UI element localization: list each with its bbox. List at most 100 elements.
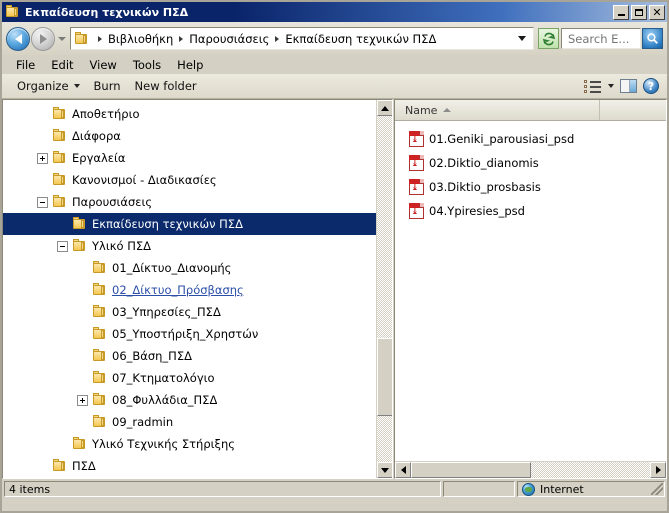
tree-item-label: 07_Κτηματολόγιο xyxy=(112,371,215,385)
tree-item[interactable]: 02_Δίκτυο_Πρόσβασης xyxy=(3,279,376,301)
command-bar: Organize Burn New folder ? xyxy=(2,74,667,99)
menu-edit[interactable]: Edit xyxy=(43,57,81,73)
tree-scroll-track[interactable] xyxy=(377,116,392,462)
tree-item[interactable]: 01_Δίκτυο_Διανομής xyxy=(3,257,376,279)
tree-item-label: 02_Δίκτυο_Πρόσβασης xyxy=(112,283,244,297)
tree-vertical-scrollbar[interactable] xyxy=(376,100,392,478)
file-scroll-thumb[interactable] xyxy=(411,462,531,478)
tree-item-label: 09_radmin xyxy=(112,415,174,429)
preview-pane-icon[interactable] xyxy=(620,79,637,93)
tree-item[interactable]: 06_Βάση_ΠΣΔ xyxy=(3,345,376,367)
history-dropdown-icon[interactable] xyxy=(55,27,68,51)
tree-item[interactable]: Υλικό ΠΣΔ xyxy=(3,235,376,257)
maximize-button[interactable] xyxy=(631,4,647,20)
file-row[interactable]: ⤓ 03.Diktio_prosbasis xyxy=(395,175,666,199)
search-input[interactable] xyxy=(561,28,641,49)
tree-item[interactable]: Εκπαίδευση τεχνικών ΠΣΔ xyxy=(3,213,376,235)
breadcrumb-item-2[interactable]: Παρουσιάσεις xyxy=(188,32,270,46)
folder-icon xyxy=(92,349,108,363)
tree-item[interactable]: Παρουσιάσεις xyxy=(3,191,376,213)
sort-ascending-icon xyxy=(443,108,452,112)
tree-item-label: 05_Υποστήριξη_Χρηστών xyxy=(112,327,259,341)
close-button[interactable]: ✕ xyxy=(649,4,665,20)
status-zone-panel: Internet xyxy=(517,481,665,497)
tree-item-label: 08_Φυλλάδια_ΠΣΔ xyxy=(112,393,218,407)
expand-icon[interactable] xyxy=(77,394,88,406)
new-folder-button[interactable]: New folder xyxy=(128,77,204,95)
tree-item[interactable]: Εργαλεία xyxy=(3,147,376,169)
file-row[interactable]: ⤓ 02.Diktio_dianomis xyxy=(395,151,666,175)
column-header-name[interactable]: Name xyxy=(395,100,600,120)
breadcrumb-separator-icon xyxy=(275,35,280,42)
tree-item[interactable]: Τεχνική Στήριξη xyxy=(3,477,376,478)
tree-item-label: 03_Υπηρεσίες_ΠΣΔ xyxy=(112,305,221,319)
menu-view[interactable]: View xyxy=(82,57,125,73)
tree-item[interactable]: 03_Υπηρεσίες_ΠΣΔ xyxy=(3,301,376,323)
search-icon[interactable] xyxy=(642,28,663,49)
refresh-icon[interactable] xyxy=(538,28,559,49)
menu-file[interactable]: File xyxy=(8,57,43,73)
tree-item[interactable]: Κανονισμοί - Διαδικασίες xyxy=(3,169,376,191)
tree-item[interactable]: Υλικό Τεχνικής Στήριξης xyxy=(3,433,376,455)
breadcrumb[interactable]: Βιβλιοθήκη Παρουσιάσεις Εκπαίδευση τεχνι… xyxy=(70,27,534,50)
scroll-left-arrow-icon[interactable] xyxy=(395,462,411,478)
chevron-down-icon[interactable] xyxy=(518,36,526,41)
list-view-icon[interactable] xyxy=(584,79,602,93)
breadcrumb-separator-icon xyxy=(98,35,102,42)
scroll-right-arrow-icon[interactable] xyxy=(650,462,666,478)
breadcrumb-separator-icon xyxy=(179,35,184,42)
explorer-window: Εκπαίδευση τεχνικών ΠΣΔ ✕ Βιβλιοθήκη Παρ… xyxy=(0,0,669,513)
command-bar-right: ? xyxy=(584,78,661,94)
file-horizontal-scrollbar[interactable] xyxy=(395,461,666,478)
search-field[interactable] xyxy=(566,30,640,47)
organize-label: Organize xyxy=(17,79,69,93)
pdf-file-icon: ⤓ xyxy=(409,155,424,171)
back-arrow-icon[interactable] xyxy=(6,26,30,51)
tree-item-label: Υλικό Τεχνικής Στήριξης xyxy=(92,437,235,451)
menu-tools[interactable]: Tools xyxy=(125,57,169,73)
menu-bar: File Edit View Tools Help xyxy=(2,55,667,74)
tree-item[interactable]: 05_Υποστήριξη_Χρηστών xyxy=(3,323,376,345)
content-area: Αποθετήριο Διάφορα Εργαλεία Κανονισμοί - Δι… xyxy=(2,99,667,479)
tree-item-label: Παρουσιάσεις xyxy=(72,195,153,209)
folder-icon xyxy=(52,173,68,187)
burn-button[interactable]: Burn xyxy=(87,77,128,95)
status-zone-label: Internet xyxy=(540,482,584,496)
expand-icon[interactable] xyxy=(37,152,48,164)
window-folder-icon xyxy=(5,5,21,19)
tree-item[interactable]: Διάφορα xyxy=(3,125,376,147)
menu-help[interactable]: Help xyxy=(169,57,211,73)
file-scroll-track[interactable] xyxy=(411,462,650,478)
folder-icon xyxy=(92,327,108,341)
file-row[interactable]: ⤓ 04.Ypiresies_psd xyxy=(395,199,666,223)
tree-item[interactable]: 08_Φυλλάδια_ΠΣΔ xyxy=(3,389,376,411)
view-options-chevron-down-icon[interactable] xyxy=(608,84,614,88)
folder-icon xyxy=(92,283,108,297)
breadcrumb-item-1[interactable]: Βιβλιοθήκη xyxy=(107,32,174,46)
tree-item[interactable]: Αποθετήριο xyxy=(3,103,376,125)
resize-grip[interactable] xyxy=(651,483,663,495)
forward-arrow-icon[interactable] xyxy=(31,26,55,51)
breadcrumb-item-3[interactable]: Εκπαίδευση τεχνικών ΠΣΔ xyxy=(284,32,437,46)
collapse-icon[interactable] xyxy=(37,196,48,208)
tree-item-label: Υλικό ΠΣΔ xyxy=(92,239,151,253)
organize-button[interactable]: Organize xyxy=(10,77,87,95)
status-item-count: 4 items xyxy=(4,481,441,497)
folder-tree[interactable]: Αποθετήριο Διάφορα Εργαλεία Κανονισμοί - Δι… xyxy=(3,100,376,478)
folder-icon xyxy=(52,107,68,121)
file-list[interactable]: ⤓ 01.Geniki_parousiasi_psd ⤓ 02.Diktio_dian… xyxy=(395,121,666,461)
tree-item-label: ΠΣΔ xyxy=(72,459,96,473)
tree-item[interactable]: 07_Κτηματολόγιο xyxy=(3,367,376,389)
file-row[interactable]: ⤓ 01.Geniki_parousiasi_psd xyxy=(395,127,666,151)
help-icon[interactable]: ? xyxy=(643,78,659,94)
collapse-icon[interactable] xyxy=(57,240,68,252)
file-name: 01.Geniki_parousiasi_psd xyxy=(429,132,575,146)
minimize-button[interactable] xyxy=(613,4,629,20)
tree-item[interactable]: ΠΣΔ xyxy=(3,455,376,477)
folder-icon xyxy=(92,415,108,429)
tree-scroll-thumb[interactable] xyxy=(377,338,392,416)
file-name: 03.Diktio_prosbasis xyxy=(429,180,541,194)
scroll-up-arrow-icon[interactable] xyxy=(377,100,392,116)
scroll-down-arrow-icon[interactable] xyxy=(377,462,392,478)
tree-item[interactable]: 09_radmin xyxy=(3,411,376,433)
